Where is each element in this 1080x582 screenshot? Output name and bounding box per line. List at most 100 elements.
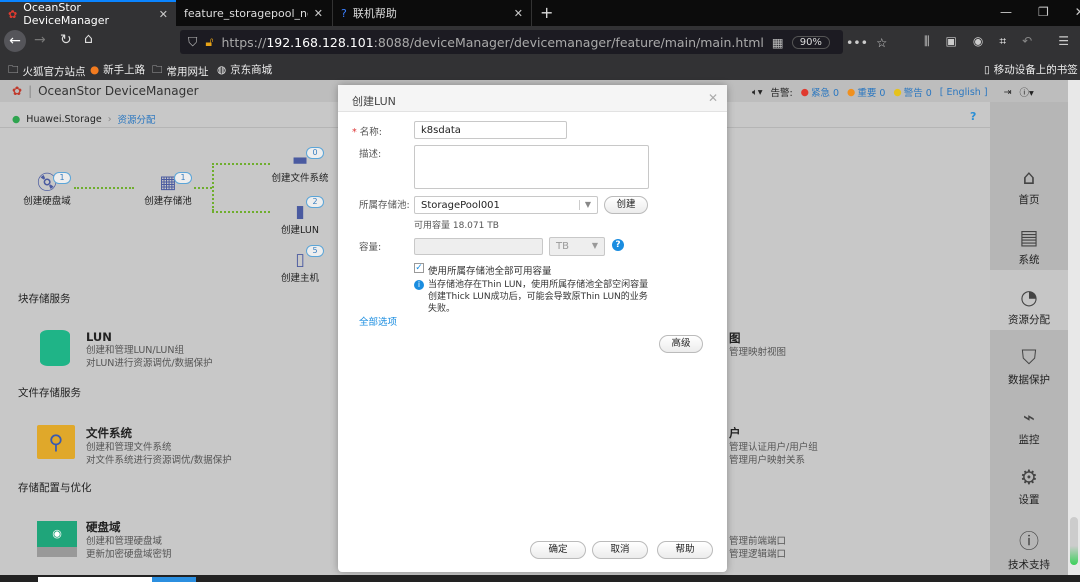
flow-arrow <box>194 187 212 189</box>
bookmark-item[interactable]: ● 新手上路 <box>90 62 145 77</box>
breadcrumb-current: 资源分配 <box>117 115 156 126</box>
sidebar-item-data-protection[interactable]: ⛉ 数据保护 <box>990 345 1068 387</box>
back-button[interactable]: ← <box>4 30 26 52</box>
sidebar-item-system[interactable]: ▤ 系统 <box>990 225 1068 267</box>
url-host: 192.168.128.101 <box>266 34 374 50</box>
more-actions-icon[interactable]: ••• <box>846 35 868 50</box>
all-options-link[interactable]: 全部选项 <box>359 314 397 328</box>
tab-oceanstor[interactable]: ✿ OceanStor DeviceManager ✕ <box>0 0 176 27</box>
sidebar-label: 数据保护 <box>1008 374 1050 386</box>
close-tab-icon[interactable]: ✕ <box>314 7 323 20</box>
name-label: 名称: <box>359 127 382 138</box>
firefox-icon: ● <box>90 63 100 76</box>
card-desc: 创建和管理文件系统 <box>86 442 172 453</box>
bookmark-item[interactable]: ◍ 京东商城 <box>217 62 272 77</box>
disk-domain-icon: ◉ <box>37 521 77 557</box>
unit-select[interactable]: TB ▼ <box>549 237 605 256</box>
url-scheme: https:// <box>221 34 267 50</box>
node-label: 创建存储池 <box>144 196 192 207</box>
language-switch[interactable]: [ English ] <box>940 87 988 98</box>
new-tab-button[interactable]: + <box>540 3 553 22</box>
unit-value: TB <box>556 241 569 252</box>
scrollbar-thumb[interactable] <box>1070 517 1078 565</box>
tab-help[interactable]: ? 联机帮助 ✕ <box>332 0 532 26</box>
node-count-badge: 0 <box>306 147 324 159</box>
major-alarm-count[interactable]: 重要 0 <box>857 85 885 99</box>
card-filesystem[interactable]: 文件系统 创建和管理文件系统 对文件系统进行资源调优/数据保护 <box>86 425 232 467</box>
flow-arrow <box>212 163 270 165</box>
scrollbar[interactable] <box>1068 80 1080 575</box>
close-tab-icon[interactable]: ✕ <box>514 7 523 20</box>
minimize-icon[interactable]: — <box>1000 5 1012 19</box>
library-icon[interactable]: ⫼ <box>924 34 930 49</box>
critical-alarm-icon: ● <box>800 86 809 98</box>
qr-code-icon[interactable]: ▦ <box>772 35 784 50</box>
folder-icon: 🗀︎ <box>152 64 163 76</box>
filesystem-search-icon: ⚲ <box>37 425 75 459</box>
create-pool-button[interactable]: 创建 <box>604 196 648 214</box>
logout-icon[interactable]: ⇥ <box>1004 87 1012 98</box>
page-help-icon[interactable]: ? <box>970 110 976 123</box>
close-dialog-icon[interactable]: ✕ <box>708 91 718 105</box>
critical-alarm-count[interactable]: 紧急 0 <box>811 85 839 99</box>
sidebar-label: 设置 <box>1018 494 1040 506</box>
card-lun[interactable]: LUN 创建和管理LUN/LUN组 对LUN进行资源调优/数据保护 <box>86 330 213 370</box>
status-dot-icon: ● <box>12 113 21 125</box>
sidebar-item-settings[interactable]: ⚙ 设置 <box>990 465 1068 507</box>
chevron-down-icon: ▼ <box>591 241 598 250</box>
undo-icon[interactable]: ↶ <box>1022 34 1032 49</box>
bookmark-label: 火狐官方站点 <box>22 65 86 78</box>
pool-select[interactable]: StoragePool001 ▼ <box>414 196 598 214</box>
node-label: 创建文件系统 <box>271 173 329 184</box>
sidebar-item-monitor[interactable]: ⌁ 监控 <box>990 405 1068 447</box>
tab-feature-png[interactable]: feature_storagepool_normal.png ✕ <box>176 0 331 26</box>
description-textarea[interactable] <box>414 145 649 189</box>
monitor-icon: ⌁ <box>1022 405 1036 429</box>
bookmark-label: 常用网址 <box>166 65 209 78</box>
section-title: 块存储服务 <box>18 293 71 305</box>
use-all-label[interactable]: 使用所属存储池全部可用容量 <box>428 263 552 277</box>
close-tab-icon[interactable]: ✕ <box>159 8 168 21</box>
mute-alarm-icon[interactable]: 🔈︎▾ <box>752 87 762 98</box>
mobile-bookmarks[interactable]: ▯ 移动设备上的书签 <box>984 62 1078 77</box>
card-disk-domain[interactable]: 硬盘域 创建和管理硬盘域 更新加密硬盘域密钥 <box>86 519 172 561</box>
account-icon[interactable]: ◉ <box>973 34 983 49</box>
section-title: 存储配置与优化 <box>18 482 92 494</box>
url-path: :8088/deviceManager/devicemanager/featur… <box>373 34 764 50</box>
card-desc: 管理用户映射关系 <box>729 455 806 466</box>
sidebar-item-resource[interactable]: ◔ 资源分配 <box>990 285 1068 327</box>
screenshot-crop-icon[interactable]: ⌗ <box>999 34 1006 49</box>
sidebar-item-support[interactable]: ⓘ 技术支持 <box>990 525 1068 572</box>
restore-icon[interactable]: ❐ <box>1038 5 1049 19</box>
zoom-level[interactable]: 90% <box>791 35 830 49</box>
sidebar-item-home[interactable]: ⌂ 首页 <box>990 165 1068 207</box>
help-menu-icon[interactable]: ⓘ▾ <box>1020 85 1034 99</box>
capacity-input[interactable] <box>414 238 543 255</box>
menu-icon[interactable]: ☰ <box>1058 34 1069 49</box>
gear-icon: ⚙ <box>1020 465 1038 489</box>
use-all-checkbox[interactable]: ✓ <box>414 263 424 273</box>
card-desc: 创建和管理LUN/LUN组 <box>86 345 184 356</box>
close-window-icon[interactable]: ✕ <box>1075 5 1080 19</box>
cancel-button[interactable]: 取消 <box>592 541 648 559</box>
info-text: 失败。 <box>428 304 456 314</box>
capacity-help-icon[interactable]: ? <box>612 239 624 251</box>
ok-button[interactable]: 确定 <box>530 541 586 559</box>
reload-button[interactable]: ↻ <box>60 32 72 48</box>
home-button[interactable]: ⌂ <box>84 31 93 47</box>
warning-alarm-count[interactable]: 警告 0 <box>904 85 932 99</box>
breadcrumb-root[interactable]: Huawei.Storage <box>26 114 101 125</box>
insecure-lock-icon: 🔓︎ <box>205 34 214 49</box>
bookmark-item[interactable]: 🗀︎ 常用网址 <box>152 62 209 80</box>
help-button[interactable]: 帮助 <box>657 541 713 559</box>
bookmark-star-icon[interactable]: ☆ <box>876 35 887 50</box>
name-input[interactable]: k8sdata <box>414 121 567 139</box>
advanced-button[interactable]: 高级 <box>659 335 703 353</box>
address-bar[interactable]: ⛉ 🔓︎ https://192.168.128.101:8088/device… <box>180 30 887 54</box>
card-desc: 管理前端端口 <box>729 536 787 547</box>
bookmark-item[interactable]: 🗀︎ 火狐官方站点 <box>8 62 86 80</box>
huawei-logo-icon: ✿ <box>12 84 23 98</box>
card-desc: 创建和管理硬盘域 <box>86 536 163 547</box>
sidebar-icon[interactable]: ▣ <box>946 34 957 49</box>
forward-button[interactable]: → <box>34 32 46 48</box>
